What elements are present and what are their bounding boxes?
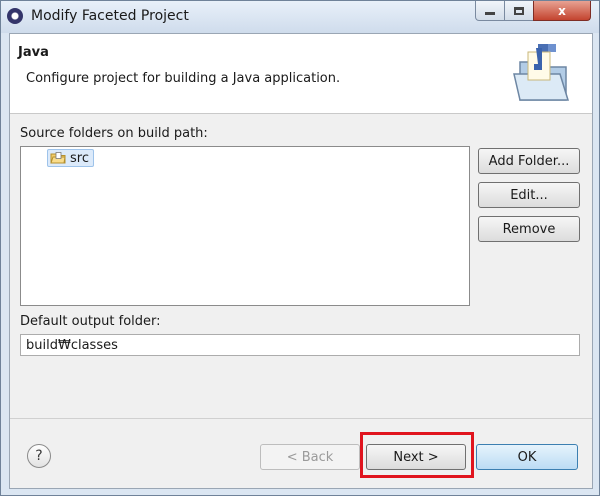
eclipse-icon: [7, 8, 23, 24]
list-item-label: src: [70, 150, 89, 166]
output-folder-label: Default output folder:: [20, 314, 161, 329]
ok-button[interactable]: OK: [476, 444, 578, 470]
close-button[interactable]: x: [533, 1, 591, 21]
source-folders-list[interactable]: src: [20, 146, 470, 306]
maximize-icon: [514, 6, 524, 15]
back-button[interactable]: < Back: [260, 444, 360, 470]
java-folder-icon: [513, 44, 570, 101]
footer-divider: [10, 418, 592, 419]
wizard-header: Java Configure project for building a Ja…: [10, 34, 592, 114]
next-button-highlight: [360, 432, 474, 478]
maximize-button[interactable]: [504, 1, 534, 21]
minimize-button[interactable]: [475, 1, 505, 21]
dialog-window: Modify Faceted Project x Java Configure …: [0, 0, 600, 496]
minimize-icon: [485, 12, 495, 15]
help-icon: ?: [35, 448, 43, 464]
remove-button[interactable]: Remove: [478, 216, 580, 242]
list-item[interactable]: src: [47, 149, 94, 167]
help-button[interactable]: ?: [27, 444, 51, 468]
page-title: Java: [18, 45, 49, 60]
source-folder-icon: [50, 152, 66, 164]
source-folders-label: Source folders on build path:: [20, 126, 208, 141]
output-folder-field[interactable]: build₩classes: [20, 334, 580, 356]
window-title: Modify Faceted Project: [31, 8, 189, 24]
close-icon: x: [558, 3, 566, 18]
dialog-client-area: Java Configure project for building a Ja…: [9, 33, 593, 489]
edit-button[interactable]: Edit...: [478, 182, 580, 208]
page-description: Configure project for building a Java ap…: [26, 71, 341, 86]
add-folder-button[interactable]: Add Folder...: [478, 148, 580, 174]
title-bar[interactable]: Modify Faceted Project x: [1, 1, 599, 33]
